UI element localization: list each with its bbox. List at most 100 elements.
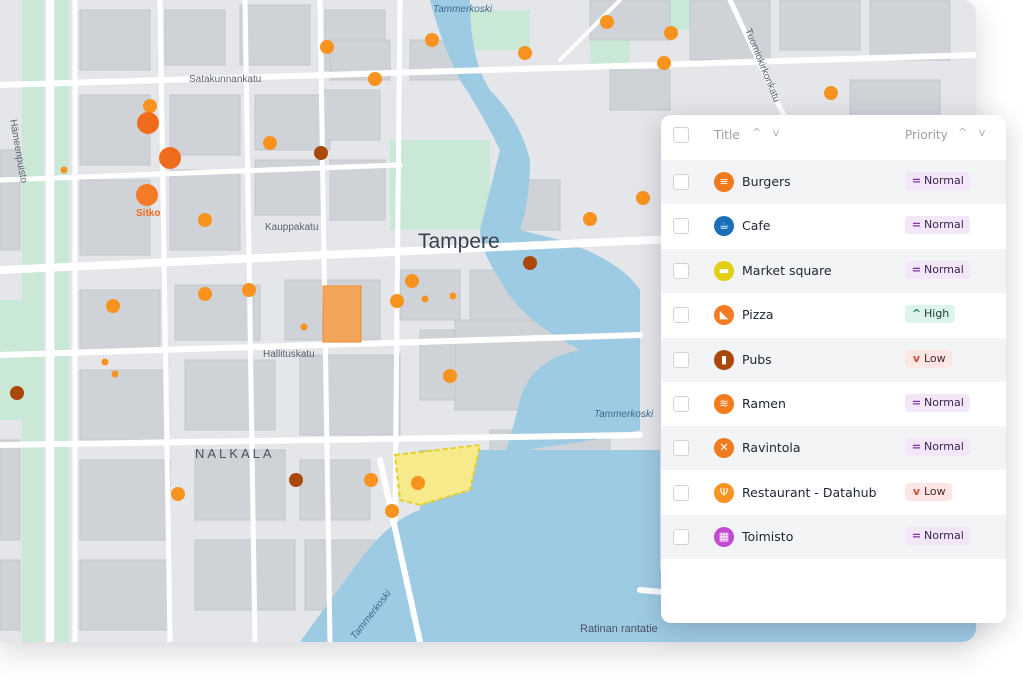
row-title: Pubs: [742, 351, 772, 367]
priority-icon: =: [911, 396, 922, 409]
priority-badge: = Normal: [905, 260, 970, 279]
priority-icon: =: [911, 262, 922, 276]
city-label: Tampere: [418, 230, 500, 253]
priority-label: Normal: [924, 262, 964, 276]
highlight-block[interactable]: [322, 285, 362, 343]
district-label: NALKALA: [195, 446, 275, 461]
priority-icon: =: [911, 174, 922, 187]
row-title: Ramen: [742, 396, 786, 411]
priority-icon: ^: [911, 307, 922, 321]
poi-label-sitko: Sitko: [136, 208, 160, 219]
cutlery-icon: Ψ: [714, 482, 734, 503]
table-row[interactable]: ≋ Ramen = Normal: [661, 382, 1006, 426]
row-title: Toimisto: [742, 529, 794, 545]
priority-badge: = Normal: [905, 172, 970, 190]
row-checkbox[interactable]: [673, 174, 689, 190]
burger-icon: ≡: [714, 172, 734, 192]
priority-badge: = Normal: [905, 438, 970, 457]
row-checkbox[interactable]: [673, 262, 689, 279]
street-label-kauppakatu: Kauppakatu: [265, 222, 318, 233]
cutlery-marker: [600, 15, 614, 29]
cutlery-marker: [198, 287, 212, 301]
market-icon: ▬: [714, 260, 734, 281]
restaurant-marker: [137, 112, 159, 134]
priority-badge: ^ High: [905, 305, 956, 324]
priority-badge: v Low: [905, 482, 952, 501]
row-checkbox[interactable]: [673, 396, 689, 412]
table-row[interactable]: ▮ Pubs v Low: [661, 337, 1006, 382]
pub-marker: [289, 473, 303, 487]
priority-badge: v Low: [905, 349, 952, 368]
small-poi-dot: [111, 370, 119, 378]
water-label-top: Tammerkoski: [433, 4, 493, 15]
priority-badge: = Normal: [905, 527, 970, 546]
cutlery-marker: [664, 26, 678, 40]
sort-priority-icon[interactable]: ^ v: [958, 126, 989, 139]
cutlery-marker: [425, 33, 439, 47]
row-checkbox[interactable]: [673, 218, 689, 235]
column-header-title[interactable]: Title: [714, 128, 740, 142]
cutlery-marker: [364, 473, 378, 487]
small-poi-dot: [421, 295, 429, 303]
row-title: Pizza: [742, 307, 774, 323]
table-row[interactable]: ✕ Ravintola = Normal: [661, 426, 1006, 471]
row-checkbox[interactable]: [673, 484, 689, 501]
row-checkbox[interactable]: [673, 440, 689, 457]
table-row[interactable]: ▦ Toimisto = Normal: [661, 515, 1006, 560]
street-label-hallituskatu: Hallituskatu: [263, 349, 315, 360]
priority-icon: =: [911, 440, 922, 454]
pizza-icon: ◣: [714, 305, 734, 326]
cutlery-marker: [405, 274, 419, 288]
priority-icon: =: [911, 218, 922, 232]
cutlery-marker: [171, 487, 185, 501]
beer-icon: ▮: [714, 349, 734, 370]
water-label-right: Tammerkoski: [594, 409, 654, 420]
priority-icon: v: [912, 484, 921, 498]
pizza-marker: [136, 184, 158, 206]
table-row[interactable]: Ψ Restaurant - Datahub v Low: [661, 471, 1006, 515]
priority-label: Normal: [924, 218, 964, 232]
row-checkbox[interactable]: [673, 307, 689, 324]
office-icon: ▦: [714, 527, 734, 548]
pub-marker: [10, 386, 24, 400]
small-poi-dot: [449, 292, 457, 300]
street-label-ratinan-rantatie: Ratinan rantatie: [580, 623, 658, 635]
row-title: Burgers: [742, 174, 791, 189]
small-poi-dot: [60, 166, 68, 174]
row-title: Restaurant - Datahub: [742, 484, 877, 500]
cutlery-marker: [824, 86, 838, 100]
cutlery-marker: [106, 299, 120, 313]
row-title: Ravintola: [742, 440, 801, 456]
cutlery-marker: [583, 212, 597, 226]
cutlery-marker: [411, 476, 425, 490]
select-all-checkbox[interactable]: [673, 127, 689, 143]
priority-label: Low: [924, 351, 946, 365]
cutlery-marker: [385, 504, 399, 518]
restaurant-icon: ✕: [714, 438, 734, 459]
row-title: Cafe: [742, 218, 771, 234]
sort-title-icon[interactable]: ^ v: [752, 126, 783, 139]
table-row[interactable]: ≡ Burgers = Normal: [661, 160, 1006, 204]
row-checkbox[interactable]: [673, 351, 689, 368]
priority-icon: v: [912, 351, 921, 365]
table-row[interactable]: ◣ Pizza ^ High: [661, 293, 1006, 337]
poi-table-panel: Title ^ v Priority ^ v ≡ Burgers = Normal ☕ C…: [661, 115, 1006, 623]
table-row[interactable]: ☕ Cafe = Normal: [661, 204, 1006, 248]
priority-label: Normal: [924, 396, 964, 409]
priority-icon: =: [911, 529, 922, 543]
row-checkbox[interactable]: [673, 529, 689, 546]
priority-badge: = Normal: [905, 216, 970, 235]
cutlery-marker: [390, 294, 404, 308]
pub-marker: [314, 146, 328, 160]
small-poi-dot: [300, 323, 308, 331]
ramen-icon: ≋: [714, 394, 734, 414]
cutlery-marker: [518, 46, 532, 60]
priority-badge: = Normal: [905, 394, 970, 412]
coffee-icon: ☕: [714, 216, 734, 237]
priority-label: Normal: [924, 529, 964, 543]
cutlery-marker: [657, 56, 671, 70]
street-label-satakunnankatu: Satakunnankatu: [189, 74, 261, 85]
table-row[interactable]: ▬ Market square = Normal: [661, 248, 1006, 293]
column-header-priority[interactable]: Priority: [905, 128, 948, 142]
cutlery-marker: [443, 369, 457, 383]
